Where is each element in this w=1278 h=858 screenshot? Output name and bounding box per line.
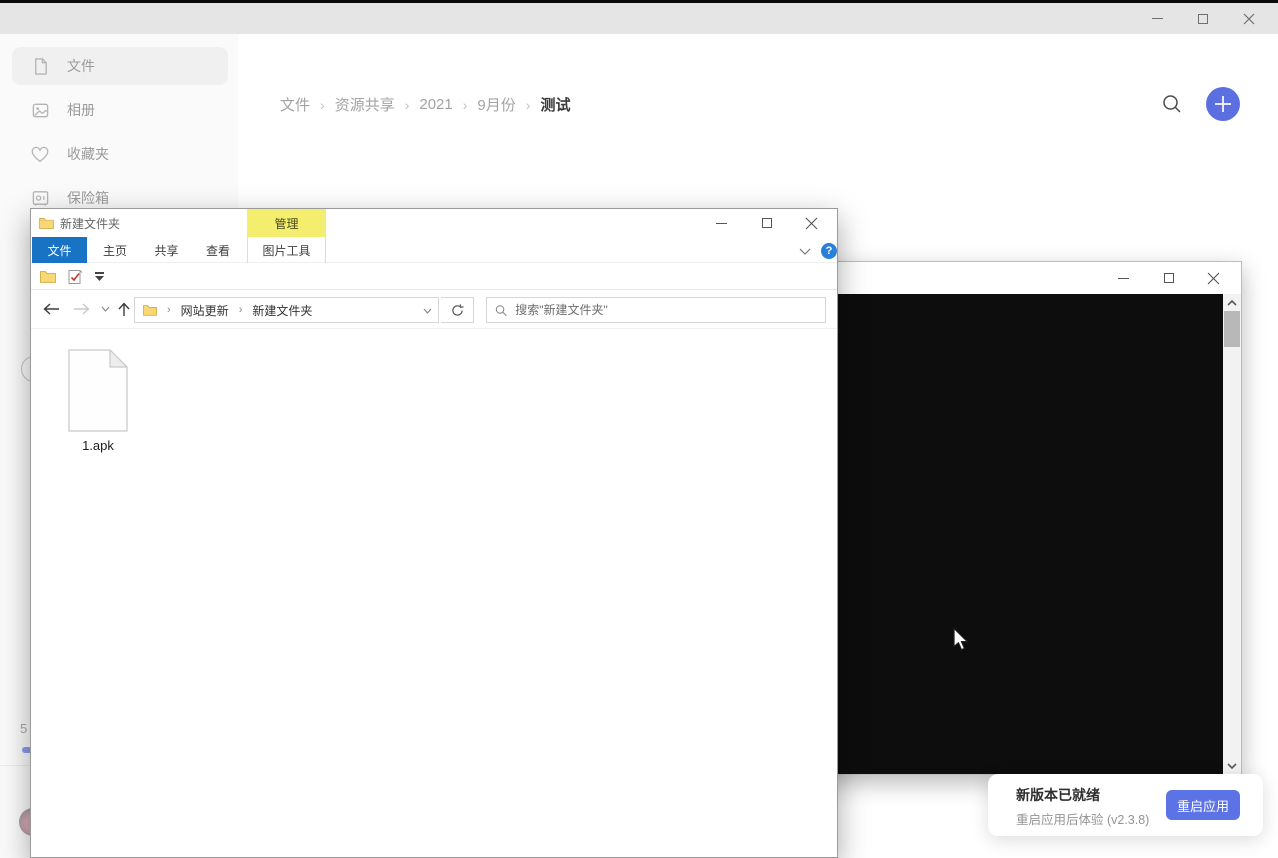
up-button[interactable] <box>113 297 135 321</box>
address-segment[interactable]: 新建文件夹 <box>252 302 312 319</box>
ribbon-tab-row: 文件 主页 共享 查看 图片工具 <box>31 237 837 263</box>
sidebar-item-favorites[interactable]: 收藏夹 <box>12 135 228 173</box>
sidebar-item-label: 保险箱 <box>67 188 109 208</box>
app-close-button[interactable] <box>1226 3 1272 34</box>
close-icon <box>805 217 818 230</box>
address-separator: › <box>167 304 171 316</box>
player-close-button[interactable] <box>1191 262 1236 294</box>
search-icon <box>495 304 507 317</box>
sidebar-divider <box>0 765 30 766</box>
address-segment[interactable]: 网站更新 <box>181 302 229 319</box>
folder-icon <box>143 304 157 316</box>
mouse-cursor <box>953 628 969 656</box>
explorer-window: 新建文件夹 管理 文件 主页 共享 查看 图片工具 ? <box>30 208 838 858</box>
ribbon-expand-button[interactable] <box>799 243 815 259</box>
breadcrumb-segment[interactable]: 9月份 <box>477 94 515 115</box>
quick-access-toolbar <box>31 264 837 290</box>
arrow-right-icon <box>73 303 90 315</box>
address-dropdown-button[interactable] <box>423 303 432 317</box>
screen: 文件 相册 收藏夹 保险箱 5 <box>0 0 1278 858</box>
player-minimize-button[interactable] <box>1101 262 1146 294</box>
breadcrumb-current: 测试 <box>540 94 570 115</box>
navigation-bar: › 网站更新 › 新建文件夹 <box>31 291 837 328</box>
breadcrumb-separator: › <box>320 97 325 113</box>
ribbon-contextual-group-manage: 管理 <box>247 209 326 237</box>
toast-subtitle: 重启应用后体验 (v2.3.8) <box>1016 809 1149 828</box>
back-button[interactable] <box>40 297 62 321</box>
address-bar[interactable]: › 网站更新 › 新建文件夹 <box>134 297 439 323</box>
minimize-icon <box>716 223 727 224</box>
search-icon <box>1160 92 1184 116</box>
minimize-icon <box>1118 278 1129 279</box>
file-icon <box>68 349 128 432</box>
tab-home[interactable]: 主页 <box>91 237 139 263</box>
scroll-up-icon[interactable] <box>1223 294 1241 311</box>
player-scrollbar[interactable] <box>1223 294 1241 774</box>
folder-icon <box>39 217 54 229</box>
arrow-up-icon <box>118 302 130 317</box>
app-maximize-button[interactable] <box>1180 3 1226 34</box>
breadcrumb-separator: › <box>463 97 468 113</box>
storage-partial-text: 5 <box>20 721 27 736</box>
minimize-icon <box>1152 18 1163 19</box>
close-icon <box>1243 13 1255 25</box>
breadcrumb-segment[interactable]: 2021 <box>419 96 452 113</box>
explorer-maximize-button[interactable] <box>744 209 789 237</box>
chevron-down-icon <box>799 248 811 256</box>
refresh-button[interactable] <box>441 297 474 323</box>
tab-share[interactable]: 共享 <box>142 237 191 263</box>
add-button[interactable] <box>1206 87 1240 121</box>
file-item[interactable]: 1.apk <box>53 349 143 453</box>
breadcrumb-segment[interactable]: 资源共享 <box>335 94 395 115</box>
explorer-titlebar: 新建文件夹 <box>31 209 837 237</box>
forward-button[interactable] <box>70 297 92 321</box>
breadcrumb-separator: › <box>526 97 531 113</box>
app-titlebar <box>0 3 1278 34</box>
restart-app-button[interactable]: 重启应用 <box>1166 790 1240 820</box>
document-icon <box>30 56 50 76</box>
explorer-title: 新建文件夹 <box>60 215 120 232</box>
explorer-content[interactable]: 1.apk <box>31 328 837 857</box>
close-icon <box>1207 272 1220 285</box>
breadcrumb-separator: › <box>405 97 410 113</box>
folder-icon[interactable] <box>40 270 56 283</box>
tab-view[interactable]: 查看 <box>194 237 242 263</box>
app-search-button[interactable] <box>1160 92 1184 116</box>
tab-picture-tools[interactable]: 图片工具 <box>247 237 326 263</box>
refresh-icon <box>451 304 464 317</box>
sidebar-item-label: 相册 <box>67 100 95 120</box>
address-separator: › <box>239 304 243 316</box>
sidebar-item-label: 收藏夹 <box>67 144 109 164</box>
breadcrumb-segment[interactable]: 文件 <box>280 94 310 115</box>
heart-icon <box>30 144 50 164</box>
sidebar-item-albums[interactable]: 相册 <box>12 91 228 129</box>
help-button[interactable]: ? <box>821 243 837 259</box>
explorer-search-box[interactable] <box>486 297 826 323</box>
maximize-icon <box>762 218 772 228</box>
explorer-close-button[interactable] <box>789 209 834 237</box>
breadcrumb: 文件 › 资源共享 › 2021 › 9月份 › 测试 <box>280 94 570 115</box>
toast-title: 新版本已就绪 <box>1016 785 1100 805</box>
sidebar-item-label: 文件 <box>67 56 95 76</box>
maximize-icon <box>1164 273 1174 283</box>
update-toast: 新版本已就绪 重启应用后体验 (v2.3.8) 重启应用 <box>988 774 1263 836</box>
chevron-down-icon <box>423 308 432 314</box>
maximize-icon <box>1198 14 1208 24</box>
sidebar-item-files[interactable]: 文件 <box>12 47 228 85</box>
scrollbar-thumb[interactable] <box>1224 311 1240 347</box>
file-name: 1.apk <box>82 438 114 453</box>
app-minimize-button[interactable] <box>1134 3 1180 34</box>
arrow-left-icon <box>43 303 60 315</box>
explorer-search-input[interactable] <box>515 303 817 317</box>
customize-qat-icon[interactable] <box>95 272 104 281</box>
safe-icon <box>30 188 50 208</box>
chevron-down-icon <box>101 306 110 312</box>
scroll-down-icon[interactable] <box>1223 757 1241 774</box>
properties-check-icon[interactable] <box>68 269 83 285</box>
album-icon <box>30 100 50 120</box>
explorer-minimize-button[interactable] <box>699 209 744 237</box>
tab-file[interactable]: 文件 <box>32 237 87 263</box>
player-maximize-button[interactable] <box>1146 262 1191 294</box>
